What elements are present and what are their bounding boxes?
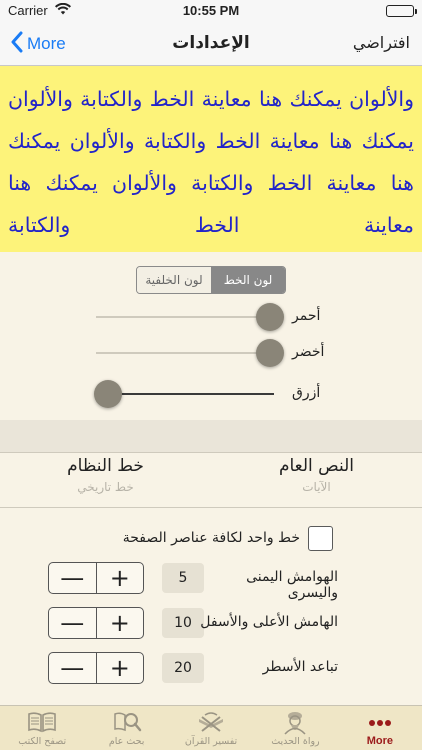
color-settings: لون الخلفية لون الخط أحمر أخضر أزرق <box>0 252 422 420</box>
vertical-margins-label: الهامش الأعلى والأسفل <box>200 614 338 630</box>
clock: 10:55 PM <box>182 3 240 18</box>
more-dots-icon <box>368 720 391 726</box>
vertical-margins-increment-button[interactable]: + <box>97 608 144 638</box>
line-spacing-decrement-button[interactable]: — <box>49 653 97 683</box>
blue-slider-thumb[interactable] <box>94 380 123 408</box>
green-slider-thumb[interactable] <box>256 339 285 367</box>
tab-bar: تصفح الكتب بحث عام تفسير القرآن رواة الح… <box>0 705 422 750</box>
navigation-bar: More الإعدادات افتراضي <box>0 22 422 66</box>
search-book-icon <box>113 712 141 732</box>
section-separator <box>0 420 422 452</box>
line-spacing-row: — + 20 تباعد الأسطر <box>0 652 422 686</box>
blue-slider-track[interactable] <box>96 393 274 395</box>
tab-quran-tafsir[interactable]: تفسير القرآن <box>169 706 253 750</box>
scholar-icon <box>284 712 306 735</box>
battery-icon <box>386 5 417 17</box>
vertical-margins-value: 10 <box>162 608 204 638</box>
side-margins-stepper: — + <box>48 562 144 594</box>
side-margins-row: — + 5 الهوامش اليمنى واليسرى <box>0 562 422 601</box>
defaults-button[interactable]: افتراضي <box>353 33 410 52</box>
line-spacing-stepper: — + <box>48 652 144 684</box>
layout-settings: خط واحد لكافة عناصر الصفحة — + 5 الهوامش… <box>0 508 422 705</box>
vertical-margins-decrement-button[interactable]: — <box>49 608 97 638</box>
book-icon <box>28 712 57 733</box>
system-font-picker[interactable]: خط النظام خط تاريخي <box>0 453 211 509</box>
general-text-next-option: الآيات <box>302 480 331 494</box>
side-margins-label: الهوامش اليمنى واليسرى <box>246 569 338 601</box>
tab-hadith-narrators-label: رواة الحديث <box>271 736 320 747</box>
status-bar: Carrier 10:55 PM <box>0 0 422 22</box>
red-slider-label: أحمر <box>292 308 321 324</box>
green-slider-row: أخضر <box>96 338 422 368</box>
tab-browse-books-label: تصفح الكتب <box>18 736 67 747</box>
single-font-checkbox[interactable] <box>308 526 333 551</box>
tab-more[interactable]: More <box>338 706 422 750</box>
tab-general-search[interactable]: بحث عام <box>84 706 168 750</box>
side-margins-value: 5 <box>162 563 204 593</box>
segment-background-color[interactable]: لون الخلفية <box>137 267 211 293</box>
line-spacing-value: 20 <box>162 653 204 683</box>
side-margins-decrement-button[interactable]: — <box>49 563 97 593</box>
system-font-selected: خط النظام <box>67 456 144 476</box>
single-font-label: خط واحد لكافة عناصر الصفحة <box>122 530 300 546</box>
green-slider-track[interactable] <box>96 352 274 354</box>
segment-font-color[interactable]: لون الخط <box>211 267 285 293</box>
red-slider-row: أحمر <box>96 302 422 332</box>
blue-slider-row: أزرق <box>94 379 422 409</box>
red-slider-thumb[interactable] <box>256 303 285 331</box>
line-spacing-label: تباعد الأسطر <box>262 659 338 675</box>
vertical-margins-stepper: — + <box>48 607 144 639</box>
tab-more-label: More <box>366 735 393 747</box>
green-slider-label: أخضر <box>292 344 325 360</box>
general-text-picker[interactable]: النص العام الآيات <box>211 453 422 509</box>
system-font-next-option: خط تاريخي <box>77 480 134 494</box>
blue-slider-label: أزرق <box>292 385 321 401</box>
tab-quran-tafsir-label: تفسير القرآن <box>184 736 238 747</box>
quran-stand-icon <box>199 712 224 732</box>
tab-hadith-narrators[interactable]: رواة الحديث <box>253 706 337 750</box>
vertical-margins-row: — + 10 الهامش الأعلى والأسفل <box>0 607 422 641</box>
color-target-segmented-control: لون الخلفية لون الخط <box>136 266 286 294</box>
font-preview-text: والألوان يمكنك هنا معاينة الخط والكتابة … <box>0 66 422 252</box>
single-font-option: خط واحد لكافة عناصر الصفحة <box>0 526 422 552</box>
line-spacing-increment-button[interactable]: + <box>97 653 144 683</box>
red-slider-track[interactable] <box>96 316 274 318</box>
tab-browse-books[interactable]: تصفح الكتب <box>0 706 84 750</box>
side-margins-increment-button[interactable]: + <box>97 563 144 593</box>
general-text-selected: النص العام <box>278 456 355 476</box>
tab-general-search-label: بحث عام <box>108 736 145 747</box>
font-pickers: خط النظام خط تاريخي النص العام الآيات <box>0 452 422 508</box>
